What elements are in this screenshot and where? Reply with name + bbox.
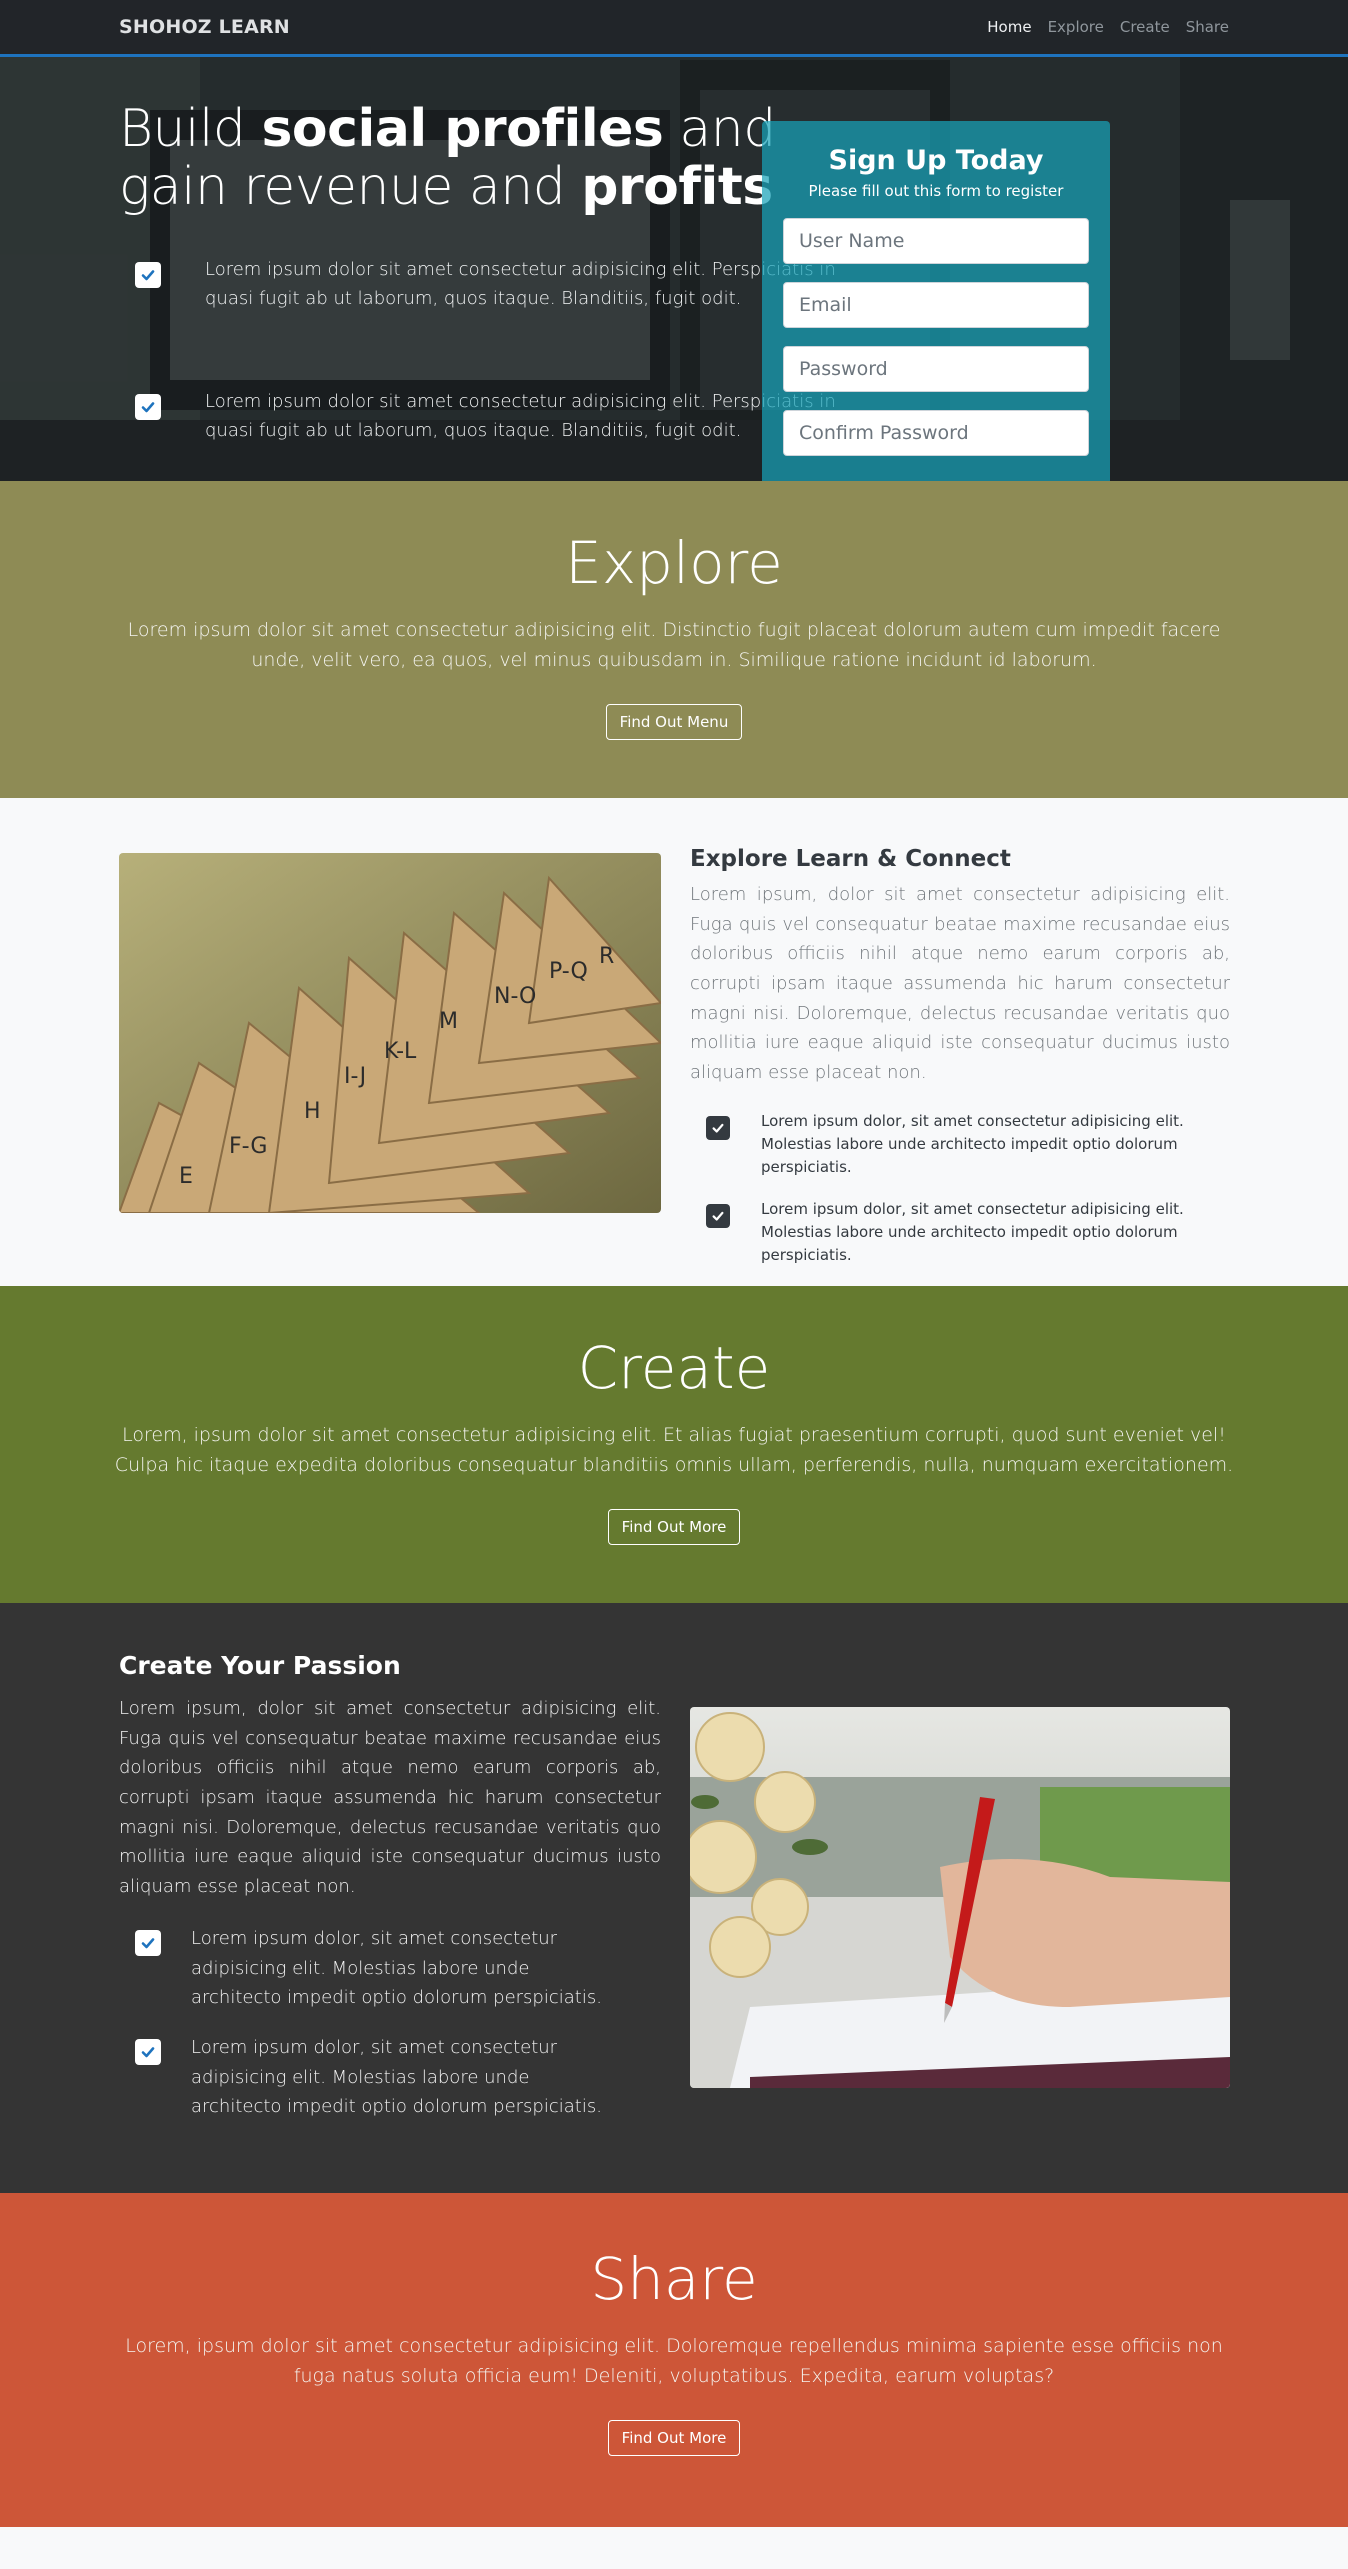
check-square-icon [135, 394, 161, 421]
check-square-icon [706, 1203, 730, 1228]
confirm-password-field[interactable]: Confirm Password [783, 410, 1089, 456]
share-heading: Share [590, 2245, 758, 2313]
passion-feature-item: Lorem ipsum dolor, sit amet consectetur … [119, 2033, 661, 2122]
passion-feature-text: Lorem ipsum dolor, sit amet consectetur … [191, 1927, 602, 2009]
learn-heading: Explore Learn & Connect [690, 846, 1011, 872]
learn-feature-text: Lorem ipsum dolor, sit amet consectetur … [761, 1111, 1184, 1177]
hero-section: Build social profiles and gain revenue a… [0, 0, 1348, 481]
folder-label: R [599, 944, 614, 969]
hero-feature-text: Lorem ipsum dolor sit amet consectetur a… [205, 391, 836, 441]
check-square-icon [135, 1929, 161, 1956]
writing-with-pen-image [690, 1707, 1230, 2088]
check-square-icon [706, 1115, 730, 1140]
hero-feature-text: Lorem ipsum dolor sit amet consectetur a… [205, 259, 836, 310]
learn-paragraph: Lorem ipsum, dolor sit amet consectetur … [690, 884, 1230, 1084]
folder-label: I-J [344, 1064, 366, 1089]
nav-links: Home Explore Create Share [987, 18, 1229, 36]
navbar: SHOHOZ LEARN Home Explore Create Share [0, 0, 1348, 57]
nav-link-share[interactable]: Share [1186, 18, 1229, 36]
hero-feature-item: Lorem ipsum dolor sit amet consectetur a… [119, 256, 839, 314]
share-text: Lorem, ipsum dolor sit amet consectetur … [125, 2335, 1223, 2388]
hero-title: Build social profiles and gain revenue a… [119, 99, 776, 218]
nav-link-explore[interactable]: Explore [1048, 18, 1104, 36]
passion-paragraph: Lorem ipsum, dolor sit amet consectetur … [119, 1698, 661, 1898]
explore-section: Explore Lorem ipsum dolor sit amet conse… [0, 481, 1348, 798]
create-find-out-more-button[interactable]: Find Out More [607, 1508, 741, 1545]
email-field[interactable]: Email [783, 282, 1089, 328]
explore-text: Lorem ipsum dolor sit amet consectetur a… [127, 619, 1221, 672]
username-field[interactable]: User Name [783, 218, 1089, 264]
check-square-icon [135, 2038, 161, 2065]
folder-label: P-Q [549, 959, 588, 984]
password-field[interactable]: Password [783, 346, 1089, 392]
passion-section: Create Your Passion Lorem ipsum, dolor s… [0, 1603, 1348, 2193]
passion-feature-item: Lorem ipsum dolor, sit amet consectetur … [119, 1924, 661, 2013]
folder-label: H [304, 1099, 321, 1124]
passion-feature-text: Lorem ipsum dolor, sit amet consectetur … [191, 2036, 602, 2118]
share-find-out-more-button[interactable]: Find Out More [607, 2419, 741, 2456]
learn-feature-item: Lorem ipsum dolor, sit amet consectetur … [690, 1198, 1230, 1268]
nav-link-home[interactable]: Home [987, 18, 1031, 36]
create-heading: Create [577, 1334, 771, 1402]
learn-feature-text: Lorem ipsum dolor, sit amet consectetur … [761, 1199, 1184, 1265]
signup-subtitle: Please fill out this form to register [808, 182, 1064, 200]
signup-title: Sign Up Today [828, 145, 1044, 176]
create-text: Lorem, ipsum dolor sit amet consectetur … [114, 1424, 1234, 1477]
hero-content: Build social profiles and gain revenue a… [119, 100, 839, 446]
check-square-icon [135, 262, 161, 289]
passion-heading: Create Your Passion [119, 1651, 401, 1680]
folder-label: M [439, 1009, 458, 1034]
passion-content: Create Your Passion Lorem ipsum, dolor s… [119, 1651, 661, 2122]
nav-link-create[interactable]: Create [1120, 18, 1170, 36]
folder-label: N-O [494, 984, 536, 1009]
find-out-menu-button[interactable]: Find Out Menu [605, 703, 743, 740]
explore-heading: Explore [565, 529, 783, 597]
create-section: Create Lorem, ipsum dolor sit amet conse… [0, 1286, 1348, 1603]
share-section: Share Lorem, ipsum dolor sit amet consec… [0, 2193, 1348, 2527]
signup-form: Sign Up Today Please fill out this form … [762, 121, 1110, 481]
learn-section: E F-G H I-J K-L M N-O P-Q R Explore Lear… [0, 798, 1348, 1286]
learn-feature-item: Lorem ipsum dolor, sit amet consectetur … [690, 1110, 1230, 1180]
footer [0, 2527, 1348, 2569]
folder-label: K-L [384, 1039, 417, 1064]
brand-logo[interactable]: SHOHOZ LEARN [119, 16, 290, 38]
folder-label: E [179, 1164, 193, 1189]
hero-feature-item: Lorem ipsum dolor sit amet consectetur a… [119, 388, 839, 446]
learn-content: Explore Learn & Connect Lorem ipsum, dol… [690, 846, 1230, 1267]
folder-label: F-G [229, 1134, 267, 1159]
file-folders-image: E F-G H I-J K-L M N-O P-Q R [119, 853, 661, 1213]
